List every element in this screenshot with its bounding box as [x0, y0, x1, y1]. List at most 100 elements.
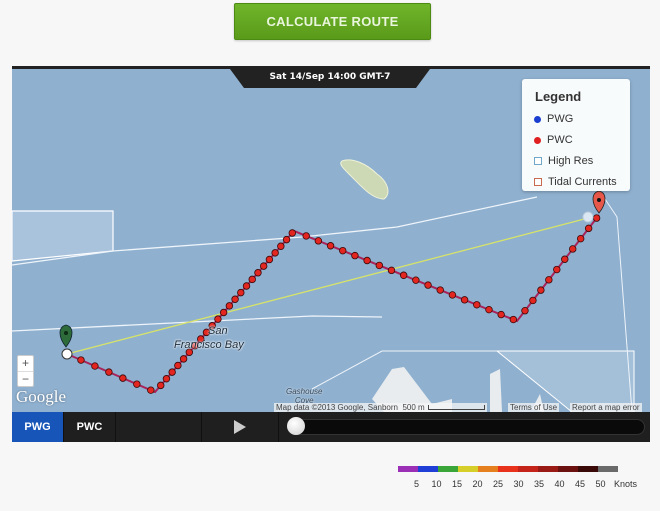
route-waypoint [521, 307, 529, 315]
route-waypoint [363, 256, 371, 265]
route-waypoint [219, 308, 228, 317]
route-waypoint [277, 242, 285, 250]
alcatraz-island [340, 159, 389, 200]
route-waypoint [271, 249, 279, 257]
zoom-control: + − [17, 355, 34, 387]
zoom-out-button[interactable]: − [18, 372, 33, 387]
route-waypoint [576, 234, 585, 243]
timestamp-tab: Sat 14/Sep 14:00 GMT-7 [230, 69, 430, 88]
route-waypoint [460, 296, 469, 304]
map-canvas[interactable]: Sat 14/Sep 14:00 GMT-7 Legend PWG PWC Hi… [12, 69, 650, 412]
checkbox-icon[interactable] [534, 157, 542, 165]
timestamp-label: Sat 14/Sep 14:00 GMT-7 [269, 72, 391, 82]
route-waypoint [509, 315, 518, 324]
route-waypoint [584, 224, 593, 233]
route-waypoint [265, 255, 274, 264]
route-waypoint [242, 282, 251, 290]
wind-scale-label: 35 [534, 479, 545, 489]
wind-scale-swatch [558, 466, 578, 472]
legend: Legend PWG PWC High Res Tidal Currents [522, 79, 630, 191]
route-waypoint [105, 368, 113, 376]
route-waypoint [387, 266, 396, 275]
map-attribution: Map data ©2013 Google, Sanborn 500 m [274, 403, 487, 412]
checkbox-icon[interactable] [534, 178, 542, 186]
route-waypoint [302, 232, 310, 240]
route-waypoint [254, 269, 262, 277]
wind-scale-swatch [518, 466, 538, 472]
wind-scale-swatch [578, 466, 598, 472]
route-waypoint [326, 242, 335, 250]
wind-scale-label: 20 [472, 479, 483, 489]
calculate-route-button[interactable]: CALCULATE ROUTE [234, 3, 431, 40]
wind-scale-label: 50 [595, 479, 606, 489]
wind-scale-swatch [498, 466, 518, 472]
legend-item-high-res[interactable]: High Res [534, 155, 593, 167]
wind-scale-swatch [398, 466, 418, 472]
timeline-slider-knob[interactable] [287, 417, 305, 435]
route-waypoint [162, 375, 171, 383]
start-marker [59, 324, 73, 360]
wind-scale-swatch [438, 466, 458, 472]
route-waypoint [214, 315, 222, 323]
wind-scale-label: 5 [414, 479, 420, 489]
wind-scale-label: 15 [452, 479, 463, 489]
red-dot-icon [534, 136, 541, 144]
route-waypoint [473, 301, 481, 309]
route-waypoint [561, 255, 569, 263]
route-waypoint [231, 295, 239, 303]
legend-title: Legend [535, 89, 582, 104]
place-label-line2: Francisco Bay [174, 339, 244, 351]
route-waypoint [592, 214, 601, 222]
route-waypoint [91, 362, 99, 370]
wind-scale-label: 10 [431, 479, 442, 489]
tab-pwg[interactable]: PWG [12, 412, 64, 442]
google-logo: Google [16, 387, 67, 406]
pier-land [490, 369, 502, 412]
timeline-track[interactable] [287, 419, 645, 435]
route-waypoint [288, 229, 296, 237]
blue-dot-icon [534, 115, 541, 123]
route-waypoint [485, 305, 493, 314]
route-waypoint [179, 355, 188, 363]
route-waypoint [147, 386, 155, 394]
route-waypoint [282, 235, 291, 244]
zoom-in-button[interactable]: + [18, 356, 33, 372]
tab-pwc[interactable]: PWC [64, 412, 116, 442]
route-waypoint [545, 276, 553, 284]
playback-controls: PWG PWC [12, 412, 650, 442]
route-waypoint [174, 361, 182, 370]
wind-scale-swatch [458, 466, 478, 472]
route-waypoint [248, 275, 256, 284]
route-waypoint [436, 286, 444, 294]
wind-scale-swatch [478, 466, 498, 472]
route-waypoint [339, 246, 347, 255]
route-waypoint [314, 237, 323, 245]
route-waypoint [259, 262, 268, 270]
terms-of-use-link[interactable]: Terms of Use [508, 403, 560, 412]
legend-item-pwc: PWC [534, 134, 573, 146]
place-label-line1: San [208, 325, 228, 337]
route-waypoint [375, 261, 384, 270]
route-waypoint [399, 271, 408, 279]
legend-item-tidal-currents[interactable]: Tidal Currents [534, 176, 617, 188]
wind-scale-label: 30 [513, 479, 524, 489]
route-waypoint [351, 251, 359, 260]
report-map-error-link[interactable]: Report a map error [570, 403, 642, 412]
empty-slot [116, 412, 202, 442]
play-button[interactable] [202, 412, 279, 442]
wind-scale-swatch [418, 466, 438, 472]
route-waypoint [237, 288, 245, 297]
wind-scale-label: 25 [493, 479, 504, 489]
route-waypoint [448, 291, 457, 299]
route-waypoint [157, 381, 165, 390]
wind-scale-label: 45 [575, 479, 586, 489]
scale-label: 500 m [402, 403, 425, 412]
route-waypoint [569, 245, 577, 253]
route-waypoint [529, 296, 537, 305]
route-waypoint [133, 380, 141, 388]
route-waypoint [497, 310, 505, 319]
route-waypoint [77, 356, 85, 364]
map-panel: Sat 14/Sep 14:00 GMT-7 Legend PWG PWC Hi… [12, 66, 650, 442]
route-waypoint [424, 281, 432, 289]
route-waypoint [168, 368, 176, 376]
